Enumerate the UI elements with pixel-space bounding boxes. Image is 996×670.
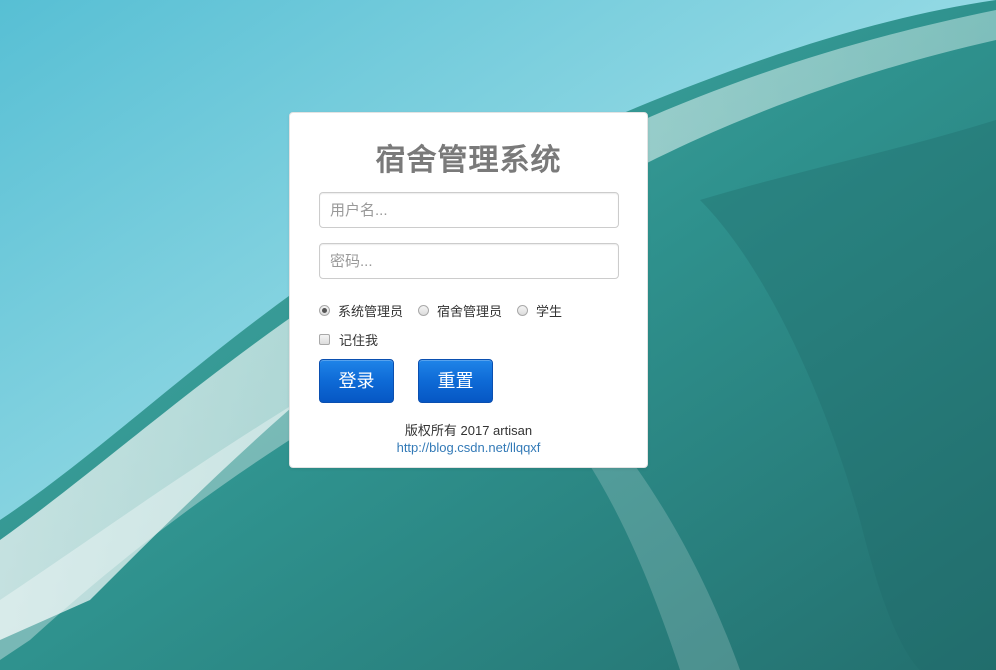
blog-link[interactable]: http://blog.csdn.net/llqqxf [290,440,647,455]
reset-button[interactable]: 重置 [418,359,493,403]
role-option-student[interactable]: 学生 [517,301,562,320]
login-button[interactable]: 登录 [319,359,394,403]
role-label: 学生 [536,303,563,319]
role-label: 宿舍管理员 [437,303,503,319]
role-option-dorm-admin[interactable]: 宿舍管理员 [418,301,502,320]
login-panel: 宿舍管理系统 系统管理员 宿舍管理员 学生 记住我 登录 重置 版权所有 201… [289,112,648,468]
password-input[interactable] [319,243,619,279]
radio-unchecked-icon[interactable] [517,304,529,316]
remember-me-label: 记住我 [339,333,379,348]
remember-me-checkbox[interactable] [319,334,330,345]
system-title: 宿舍管理系统 [375,144,562,177]
role-option-system-admin[interactable]: 系统管理员 [319,301,403,320]
role-label: 系统管理员 [338,303,404,319]
username-input[interactable] [319,192,619,228]
remember-me-option[interactable]: 记住我 [319,330,378,349]
radio-checked-icon[interactable] [319,304,330,316]
radio-unchecked-icon[interactable] [418,304,430,316]
role-radio-group: 系统管理员 宿舍管理员 学生 [319,300,577,320]
copyright-text: 版权所有 2017 artisan [404,423,533,438]
